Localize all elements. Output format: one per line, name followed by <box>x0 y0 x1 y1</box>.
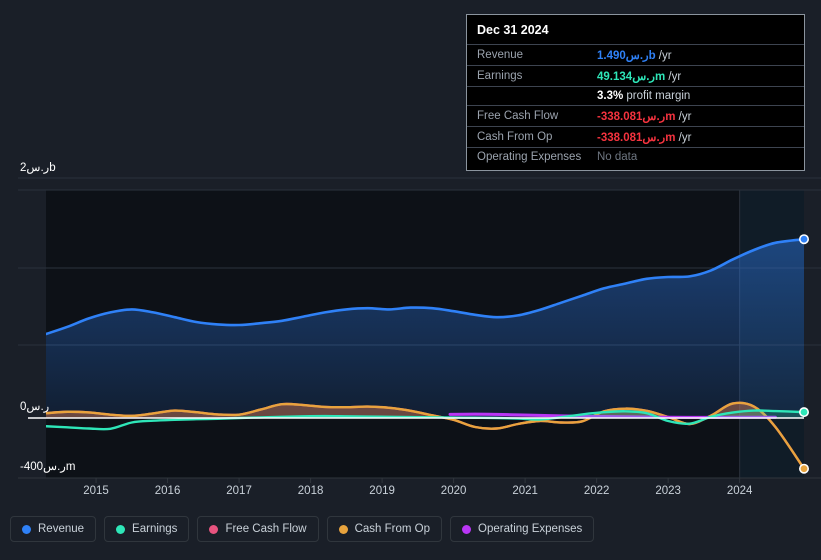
tooltip-row-value: 3.3% profit margin <box>597 90 691 102</box>
legend-item-cash-from-op[interactable]: Cash From Op <box>326 516 443 542</box>
tooltip-row-value: 49.134ر.سm /yr <box>597 71 682 83</box>
y-axis-label-zero: 0ر.س <box>20 401 50 413</box>
legend-item-label: Earnings <box>132 523 178 535</box>
legend-item-label: Cash From Op <box>354 523 431 535</box>
tooltip-row-operating-expenses: Operating Expenses No data <box>467 147 804 166</box>
tooltip-row-revenue: Revenue 1.490ر.سb /yr <box>467 44 804 65</box>
y-axis-label-bottom: -400ر.سm <box>20 461 76 473</box>
x-axis-tick-2017: 2017 <box>226 485 252 497</box>
tooltip-row-label: Free Cash Flow <box>477 110 559 122</box>
x-axis-tick-2015: 2015 <box>83 485 109 497</box>
x-axis-tick-2016: 2016 <box>154 485 181 497</box>
tooltip-row-value: -338.081ر.سm /yr <box>597 111 692 123</box>
tooltip-row-label: Operating Expenses <box>477 151 582 163</box>
tooltip-row-profit-margin: 3.3% profit margin <box>467 86 804 105</box>
legend-item-label: Revenue <box>38 523 85 535</box>
tooltip-row-earnings: Earnings 49.134ر.سm /yr <box>467 65 804 86</box>
x-axis-tick-2022: 2022 <box>583 485 610 497</box>
tooltip-row-value: No data <box>597 151 638 163</box>
tooltip-row-label: Revenue <box>477 49 524 61</box>
legend-color-dot-icon <box>338 524 348 534</box>
chart-tooltip: Dec 31 2024 Revenue 1.490ر.سb /yr Earnings… <box>466 14 805 171</box>
x-axis-tick-2020: 2020 <box>440 485 467 497</box>
tooltip-row-cash-from-op: Cash From Op -338.081ر.سm /yr <box>467 126 804 147</box>
legend-color-dot-icon <box>209 524 219 534</box>
legend-color-dot-icon <box>116 524 126 534</box>
legend-item-label: Operating Expenses <box>478 523 583 535</box>
x-axis-tick-2024: 2024 <box>726 485 753 497</box>
tooltip-rows: Revenue 1.490ر.سb /yr Earnings 49.134ر.سm /… <box>467 44 804 166</box>
tooltip-row-label: Cash From Op <box>477 131 553 143</box>
y-axis-label-top: 2ر.سb <box>20 162 56 174</box>
endpoint-cash-from-op <box>798 463 809 474</box>
tooltip-row-label: Earnings <box>477 70 523 82</box>
tooltip-date: Dec 31 2024 <box>477 23 549 37</box>
x-axis-tick-2019: 2019 <box>369 485 395 497</box>
legend-item-operating-expenses[interactable]: Operating Expenses <box>450 516 595 542</box>
x-axis-tick-2018: 2018 <box>297 485 324 497</box>
endpoint-earnings <box>798 407 809 418</box>
financial-chart: 2ر.سb 0ر.س -400ر.سm 2015 2016 2017 2018 2019… <box>0 0 821 560</box>
legend-item-free-cash-flow[interactable]: Free Cash Flow <box>197 516 319 542</box>
legend-item-revenue[interactable]: Revenue <box>10 516 97 542</box>
chart-legend: Revenue Earnings Free Cash Flow Cash From O… <box>10 516 595 542</box>
x-axis-tick-2023: 2023 <box>655 485 681 497</box>
legend-item-earnings[interactable]: Earnings <box>104 516 190 542</box>
legend-color-dot-icon <box>22 524 31 534</box>
legend-item-label: Free Cash Flow <box>225 523 307 535</box>
x-axis-tick-2021: 2021 <box>512 485 538 497</box>
legend-color-dot-icon <box>462 524 472 534</box>
tooltip-row-free-cash-flow: Free Cash Flow -338.081ر.سm /yr <box>467 105 804 126</box>
endpoint-revenue <box>798 234 809 245</box>
tooltip-row-value: -338.081ر.سm /yr <box>597 132 692 144</box>
tooltip-row-value: 1.490ر.سb /yr <box>597 50 672 62</box>
